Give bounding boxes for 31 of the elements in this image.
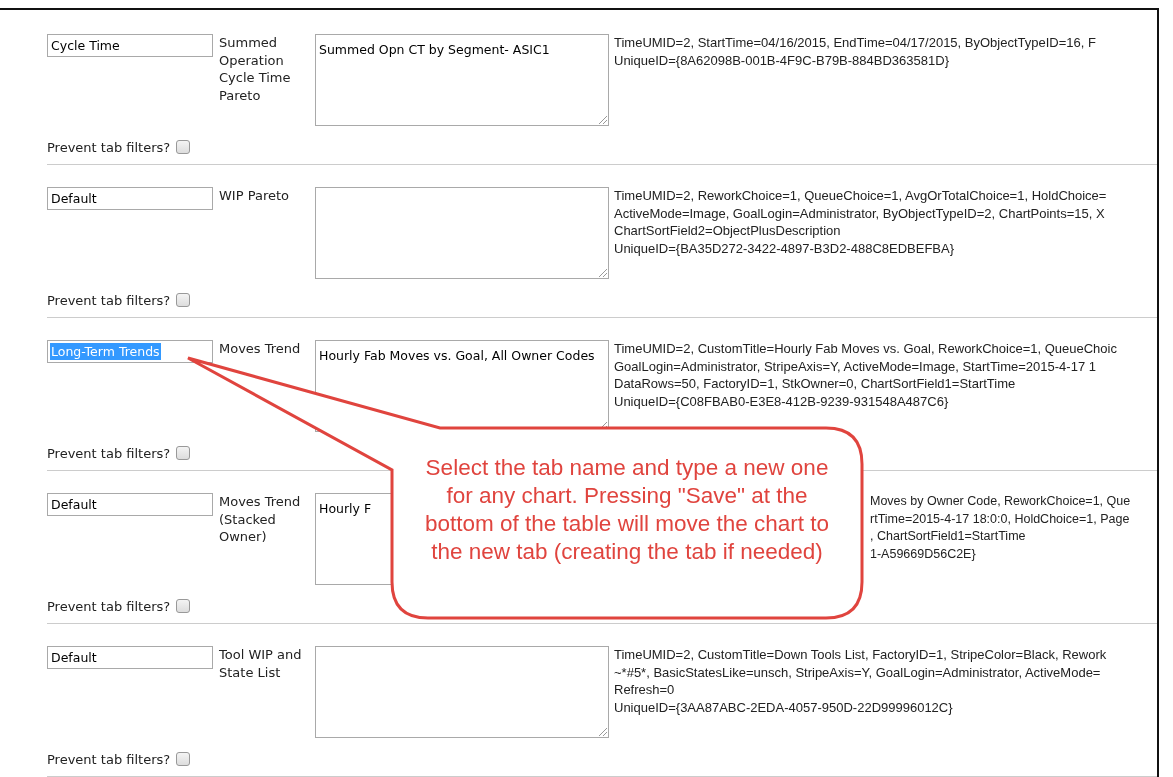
prevent-filters-label: Prevent tab filters?	[47, 292, 171, 308]
prevent-filters-label: Prevent tab filters?	[47, 751, 171, 767]
chart-parameters: TimeUMID=2, ReworkChoice=1, QueueChoice=1, AvgOrTotalChoice=1, HoldChoice= ActiveMode=Image, GoalLogin=Administrator, ByObjectTypeID=2, ChartPoints=15, X ChartSortField2=ObjectPlusDescription UniqueID={BA35D272-3422-4897-B3D2-488C8EDBEFBA}	[614, 187, 1107, 257]
resize-grip-icon[interactable]	[599, 728, 607, 736]
prevent-filters-checkbox[interactable]	[176, 293, 191, 307]
chart-name: Moves Trend	[219, 340, 302, 358]
prevent-filters-checkbox[interactable]	[176, 140, 191, 154]
chart-name: WIP Pareto	[219, 187, 290, 205]
chart-parameters: TimeUMID=2, CustomTitle=Hourly Fab Moves vs. Goal, ReworkChoice=1, QueueChoic GoalLogin=Administrator, StripeAxis=Y, ActiveMode=Image, StartTime=2015-4-17 1 DataRows=50, FactoryID=1, StkOwner=0, ChartSortField1=StartTime UniqueID={C08FBAB0-E3E8-412B-9239-931548A487C6}	[614, 340, 1117, 410]
chart-parameters: TimeUMID=2, StartTime=04/16/2015, EndTime=04/17/2015, ByObjectTypeID=16, F UniqueID={8A62098B-001B-4F9C-B79B-884BD363581D}	[614, 34, 1096, 69]
prevent-filters-label: Prevent tab filters?	[47, 445, 171, 461]
chart-name: Moves Trend (Stacked Owner)	[219, 493, 302, 546]
prevent-filters-checkbox[interactable]	[176, 599, 191, 613]
chart-name: Summed Operation Cycle Time Pareto	[219, 34, 292, 104]
chart-parameters: Moves by Owner Code, ReworkChoice=1, Que rtTime=2015-4-17 18:0:0, HoldChoice=1, Page , ChartSortField1=StartTime 1-A59669D56C2E}	[870, 493, 1131, 563]
callout-text: Select the tab name and type a new one for any chart. Pressing "Save" at the bottom of the table will move the chart to the new tab (creating the tab if needed)	[424, 454, 830, 566]
tab-name-field[interactable]: Default	[47, 646, 213, 669]
tab-name-field[interactable]: Cycle Time	[47, 34, 213, 57]
chart-parameters: TimeUMID=2, CustomTitle=Down Tools List, FactoryID=1, StripeColor=Black, Rework ~*#5*, BasicStatesLike=unsch, StripeAxis=Y, GoalLogin=Administrator, ActiveMode= Refresh=0 UniqueID={3AA87ABC-2EDA-4057-950D-22D99996012C}	[614, 646, 1107, 716]
prevent-filters-label: Prevent tab filters?	[47, 139, 171, 155]
chart-name: Tool WIP and State List	[219, 646, 303, 681]
tab-name-field[interactable]: Default	[47, 493, 213, 516]
description-field[interactable]	[315, 187, 609, 279]
description-field[interactable]	[315, 646, 609, 738]
resize-grip-icon[interactable]	[599, 116, 607, 124]
prevent-filters-checkbox[interactable]	[176, 446, 191, 460]
prevent-filters-checkbox[interactable]	[176, 752, 191, 766]
description-field[interactable]: Summed Opn CT by Segment- ASIC1	[315, 34, 609, 126]
prevent-filters-label: Prevent tab filters?	[47, 598, 171, 614]
resize-grip-icon[interactable]	[599, 269, 607, 277]
tab-name-field[interactable]: Default	[47, 187, 213, 210]
